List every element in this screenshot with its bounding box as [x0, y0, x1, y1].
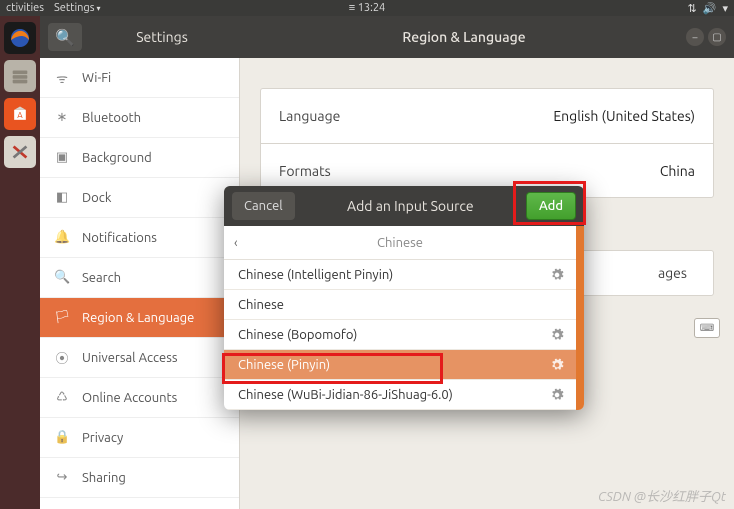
search-icon: 🔍	[54, 270, 70, 285]
keyboard-layout-button[interactable]: ⌨	[694, 318, 720, 338]
sidebar-item-online-accounts[interactable]: ♺ Online Accounts	[40, 378, 239, 418]
sidebar-item-label: Dock	[82, 191, 111, 205]
list-item[interactable]: Chinese (Pinyin)	[224, 350, 576, 380]
cancel-button[interactable]: Cancel	[232, 192, 295, 220]
input-source-list: ‹ Chinese Chinese (Intelligent Pinyin) C…	[224, 226, 576, 410]
sharing-icon: ↪	[54, 470, 70, 485]
sidebar-item-label: Bluetooth	[82, 111, 141, 125]
clock[interactable]: ≡ 13:24	[349, 2, 385, 14]
network-indicator-icon[interactable]: ⇅	[688, 2, 697, 15]
scrollbar[interactable]	[576, 226, 584, 410]
sidebar-item-label: Sharing	[82, 471, 126, 485]
gear-icon	[550, 358, 564, 372]
dock: A	[0, 16, 40, 509]
sidebar-item-label: Notifications	[82, 231, 157, 245]
list-item-label: Chinese	[238, 298, 284, 312]
background-icon: ▣	[54, 150, 70, 165]
sidebar-item-privacy[interactable]: 🔒 Privacy	[40, 418, 239, 458]
launcher-files[interactable]	[4, 60, 36, 92]
list-item[interactable]: Chinese (WuBi-Jidian-86-JiShuag-6.0)	[224, 380, 576, 410]
gnome-top-bar: ctivities Settings▾ ≡ 13:24 ⇅ 🔊 ▾	[0, 0, 734, 16]
search-icon: 🔍	[55, 28, 75, 47]
window-maximize[interactable]: ▢	[708, 28, 726, 46]
watermark: CSDN @长沙红胖子Qt	[598, 486, 726, 505]
headerbar-title-right: Region & Language	[242, 29, 686, 45]
list-item[interactable]: Chinese	[224, 290, 576, 320]
add-button[interactable]: Add	[526, 192, 576, 220]
sidebar-item-notifications[interactable]: 🔔 Notifications	[40, 218, 239, 258]
list-item[interactable]: Chinese (Bopomofo)	[224, 320, 576, 350]
sidebar-item-wifi[interactable]: ᯤ Wi-Fi	[40, 58, 239, 98]
launcher-settings[interactable]	[4, 136, 36, 168]
launcher-software[interactable]: A	[4, 98, 36, 130]
dialog-headerbar: Cancel Add an Input Source Add	[224, 186, 584, 226]
sidebar-item-dock[interactable]: ◧ Dock	[40, 178, 239, 218]
sidebar-item-label: Online Accounts	[82, 391, 177, 405]
sidebar-item-label: Search	[82, 271, 121, 285]
svg-text:A: A	[17, 110, 23, 120]
dialog-title: Add an Input Source	[295, 198, 526, 214]
row-value: English (United States)	[553, 108, 695, 124]
list-item-label: Chinese (Pinyin)	[238, 358, 330, 372]
row-value: ages	[658, 265, 687, 281]
headerbar: 🔍 Settings Region & Language – ▢	[40, 16, 734, 58]
bluetooth-icon: ∗	[54, 110, 70, 125]
row-label: Language	[279, 108, 340, 124]
sidebar-item-bluetooth[interactable]: ∗ Bluetooth	[40, 98, 239, 138]
row-value: China	[660, 163, 695, 179]
wifi-icon: ᯤ	[54, 69, 70, 87]
language-formats-panel: Language English (United States) Formats…	[260, 88, 714, 198]
online-accounts-icon: ♺	[54, 390, 70, 405]
window-minimize[interactable]: –	[686, 28, 704, 46]
lock-icon: 🔒	[54, 430, 70, 445]
sidebar-item-region-language[interactable]: 🏳 Region & Language	[40, 298, 239, 338]
back-button[interactable]: ‹	[234, 236, 238, 250]
region-icon: 🏳	[54, 310, 70, 325]
sidebar-item-label: Wi-Fi	[82, 71, 111, 85]
list-item[interactable]: Chinese (Intelligent Pinyin)	[224, 260, 576, 290]
keyboard-icon: ⌨	[700, 322, 714, 334]
gear-icon	[550, 388, 564, 402]
category-header: ‹ Chinese	[224, 226, 576, 260]
launcher-firefox[interactable]	[4, 22, 36, 54]
category-label: Chinese	[377, 236, 423, 250]
activities-button[interactable]: ctivities	[6, 2, 44, 14]
sidebar-item-universal-access[interactable]: ⦿ Universal Access	[40, 338, 239, 378]
list-item-label: Chinese (Bopomofo)	[238, 328, 357, 342]
power-indicator-icon[interactable]: ▾	[722, 2, 728, 15]
gear-icon	[550, 328, 564, 342]
search-button[interactable]: 🔍	[48, 23, 82, 51]
bell-icon: 🔔	[54, 230, 70, 245]
sidebar-item-label: Background	[82, 151, 152, 165]
list-item-label: Chinese (WuBi-Jidian-86-JiShuag-6.0)	[238, 388, 453, 402]
settings-sidebar: ᯤ Wi-Fi ∗ Bluetooth ▣ Background ◧ Dock 🔔 Not…	[40, 58, 240, 509]
sidebar-item-label: Region & Language	[82, 311, 194, 325]
sidebar-item-background[interactable]: ▣ Background	[40, 138, 239, 178]
sidebar-item-label: Universal Access	[82, 351, 177, 365]
add-input-source-dialog: Cancel Add an Input Source Add ‹ Chinese…	[224, 186, 584, 410]
sidebar-item-label: Privacy	[82, 431, 123, 445]
sidebar-item-sharing[interactable]: ↪ Sharing	[40, 458, 239, 498]
sidebar-item-search[interactable]: 🔍 Search	[40, 258, 239, 298]
dock-icon: ◧	[54, 190, 70, 205]
sound-indicator-icon[interactable]: 🔊	[703, 2, 717, 15]
gear-icon	[550, 268, 564, 282]
row-label: Formats	[279, 163, 331, 179]
universal-access-icon: ⦿	[54, 348, 70, 367]
language-row[interactable]: Language English (United States)	[261, 89, 713, 143]
list-item-label: Chinese (Intelligent Pinyin)	[238, 268, 393, 282]
app-menu[interactable]: Settings▾	[54, 2, 101, 14]
headerbar-title-left: Settings	[82, 29, 242, 45]
